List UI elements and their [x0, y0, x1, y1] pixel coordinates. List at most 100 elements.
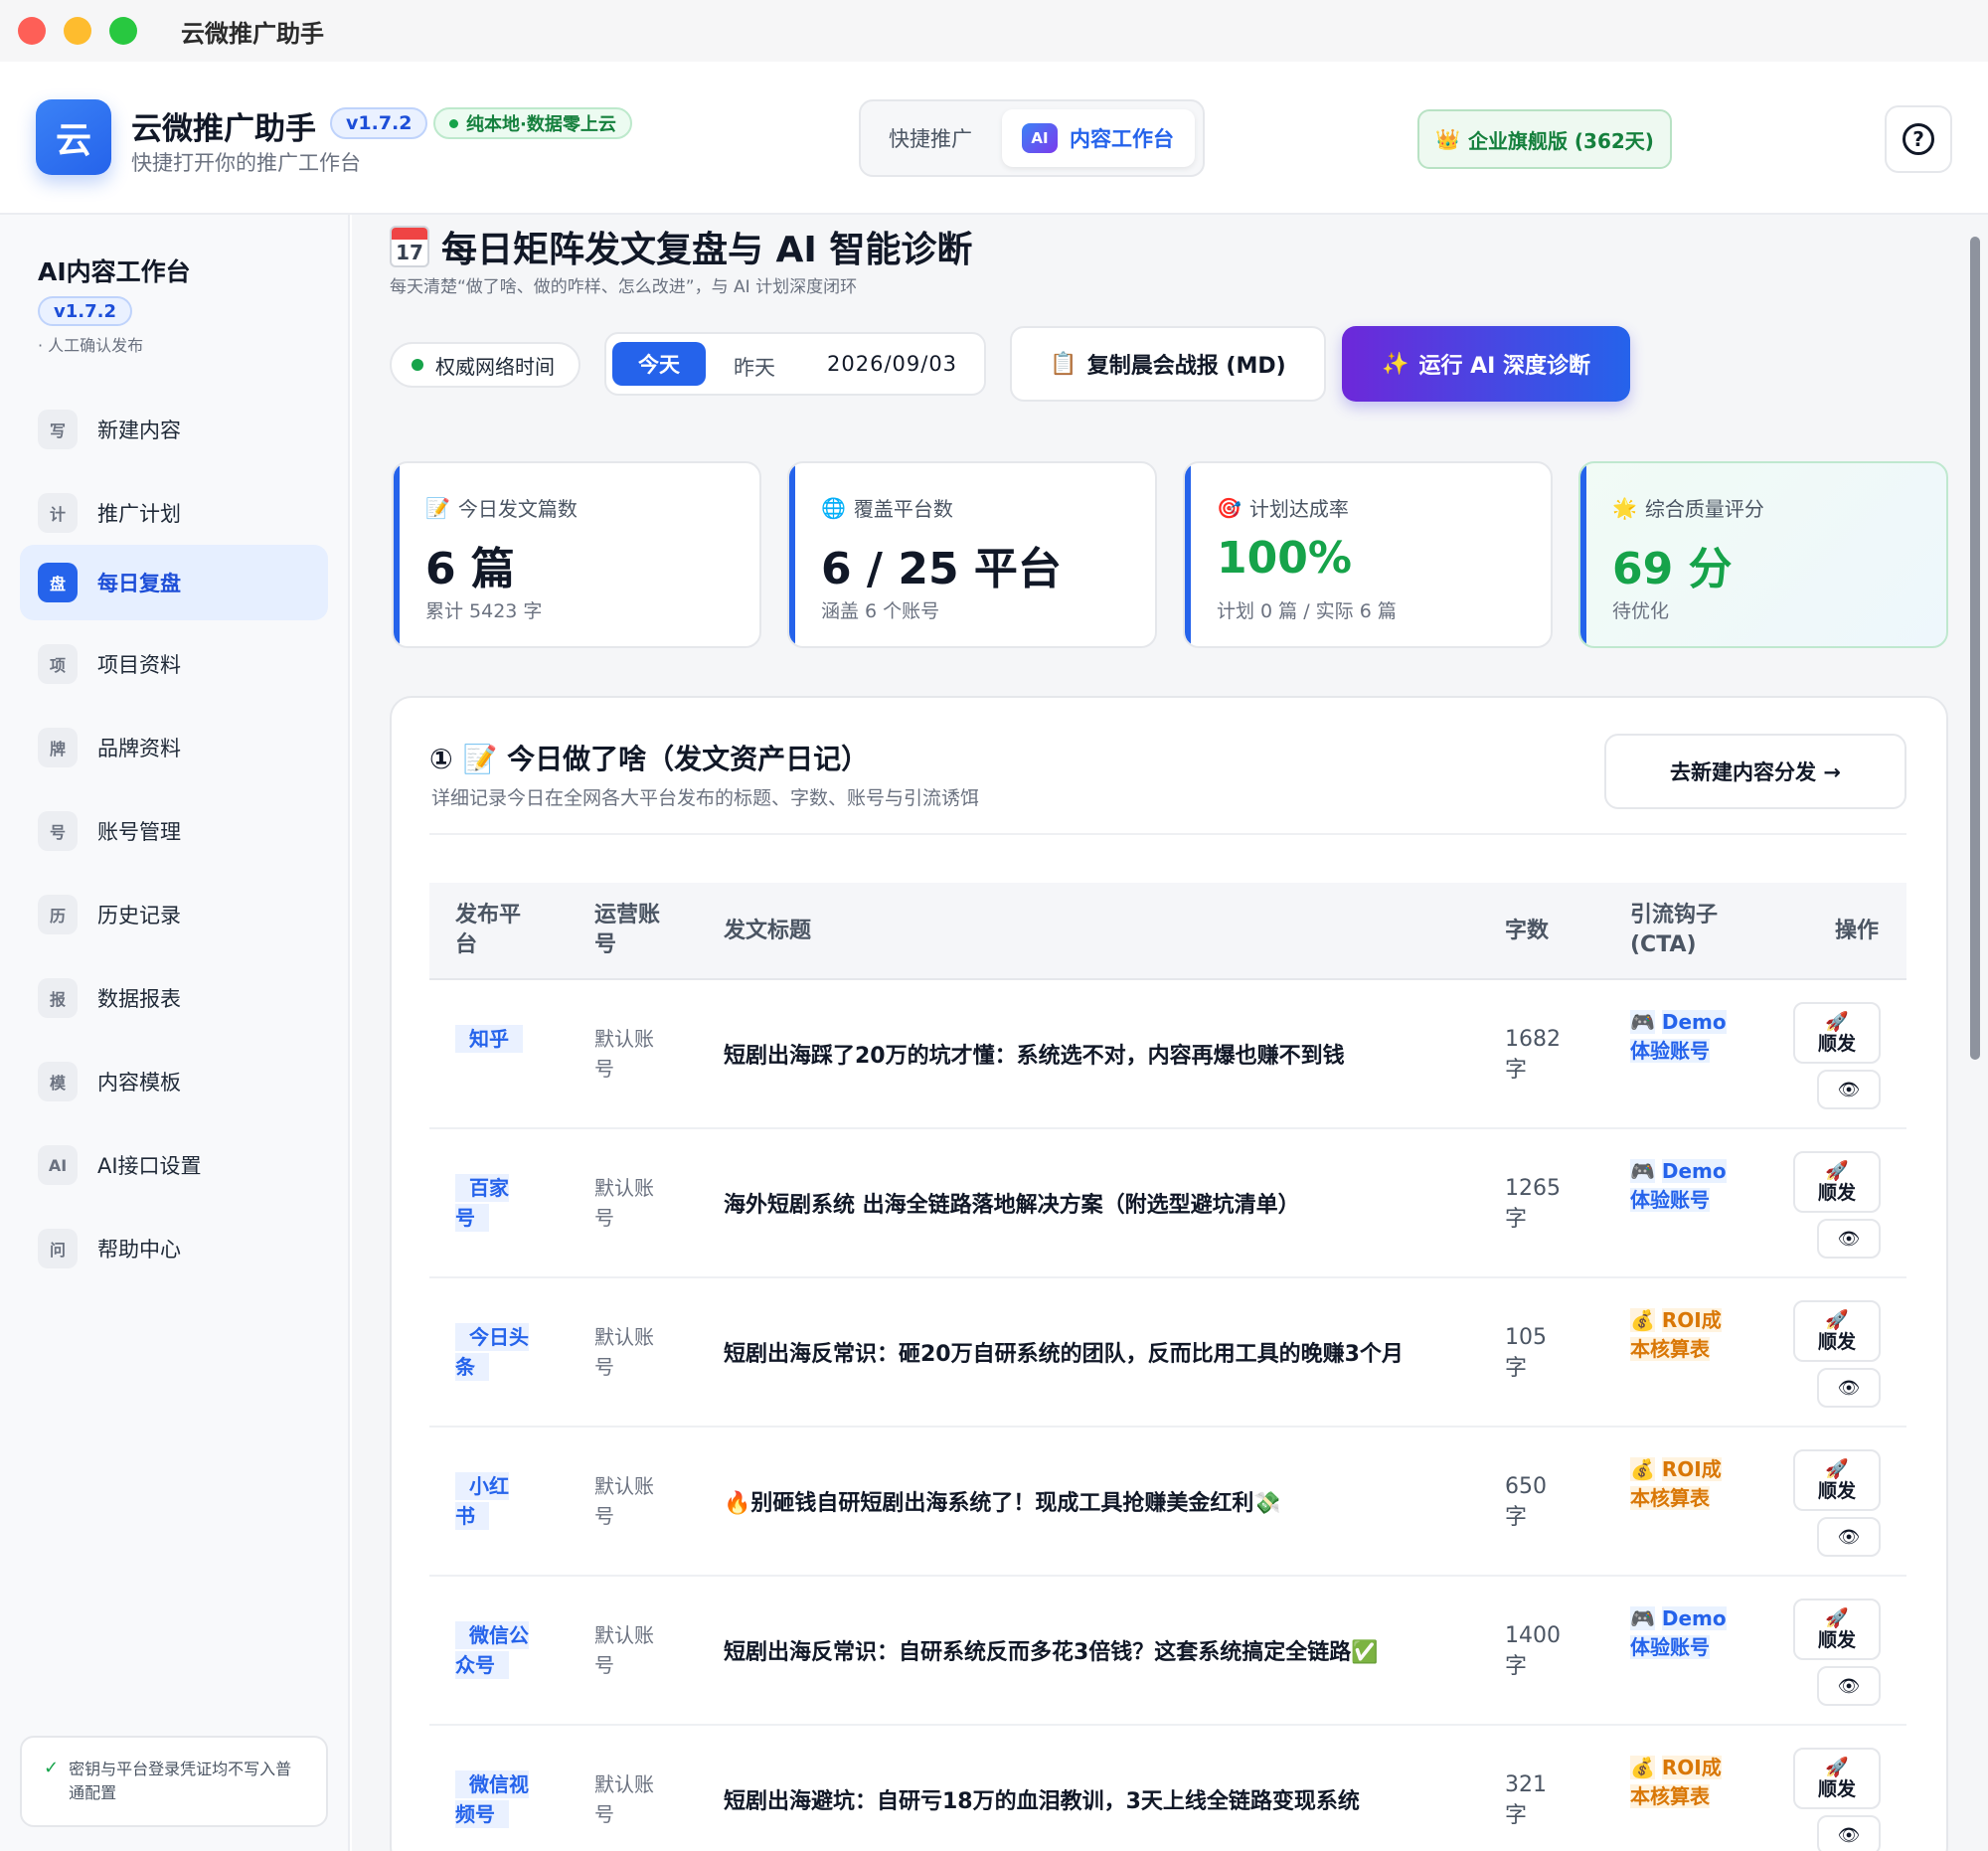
- account-name: 默认账号: [594, 1623, 654, 1677]
- zoom-window-button[interactable]: [109, 17, 137, 45]
- page-title: 17 每日矩阵发文复盘与 AI 智能诊断: [390, 221, 972, 272]
- sidebar-item-ai-settings[interactable]: AI AI接口设置: [20, 1127, 328, 1203]
- copy-report-button[interactable]: 📋 复制晨会战报 (MD): [1010, 326, 1326, 402]
- sidebar-version-badge: v1.7.2: [38, 296, 132, 326]
- ai-settings-icon: AI: [38, 1145, 78, 1185]
- word-count: 1400 字: [1505, 1623, 1561, 1679]
- sidebar: AI内容工作台 v1.7.2 · 人工确认发布 写新建内容 计推广计划 盘每日复…: [0, 215, 350, 1851]
- repost-button[interactable]: 🚀 顺发: [1793, 1300, 1881, 1362]
- sidebar-item-label: 推广计划: [97, 502, 181, 526]
- word-count: 321 字: [1505, 1772, 1547, 1828]
- calendar-icon: 17: [390, 226, 429, 267]
- sidebar-item-label: AI接口设置: [97, 1154, 202, 1178]
- money-bag-icon: 💰: [1630, 1457, 1655, 1481]
- repost-label: 顺发: [1817, 1331, 1856, 1353]
- report-icon: 报: [38, 978, 78, 1018]
- write-icon: 写: [38, 410, 78, 449]
- repost-label: 顺发: [1817, 1480, 1856, 1502]
- col-platform: 发布平台: [455, 903, 522, 957]
- question-icon: ?: [1903, 123, 1934, 155]
- go-new-content-button[interactable]: 去新建内容分发 →: [1604, 734, 1906, 809]
- money-bag-icon: 💰: [1630, 1308, 1655, 1332]
- copy-report-label: 复制晨会战报 (MD): [1086, 354, 1286, 379]
- stat-label: 计划达成率: [1248, 497, 1349, 521]
- col-actions: 操作: [1835, 919, 1880, 943]
- account-name: 默认账号: [594, 1325, 654, 1379]
- sidebar-item-label: 账号管理: [97, 820, 181, 844]
- sidebar-item-help[interactable]: 问帮助中心: [20, 1211, 328, 1286]
- status-dot-icon: [412, 359, 423, 371]
- rocket-icon: 🚀: [1825, 1757, 1849, 1778]
- run-ai-diagnosis-label: 运行 AI 深度诊断: [1418, 354, 1590, 379]
- sidebar-item-new-content[interactable]: 写新建内容: [20, 392, 328, 467]
- col-words: 字数: [1505, 919, 1550, 943]
- sidebar-item-accounts[interactable]: 号账号管理: [20, 793, 328, 869]
- sidebar-item-templates[interactable]: 模内容模板: [20, 1044, 328, 1119]
- stat-sub: 涵盖 6 个账号: [821, 600, 940, 622]
- gamepad-icon: 🎮: [1630, 1159, 1655, 1183]
- cta-tag: 🎮 Demo体验账号: [1630, 1157, 1740, 1215]
- repost-button[interactable]: 🚀 顺发: [1793, 1449, 1881, 1511]
- page-title-text: 每日矩阵发文复盘与 AI 智能诊断: [441, 230, 973, 270]
- mode-quick-promo-tab[interactable]: 快捷推广: [889, 123, 972, 153]
- help-icon: 问: [38, 1229, 78, 1268]
- preview-button[interactable]: 👁: [1817, 1666, 1881, 1706]
- platform-tag: 微信视频号: [455, 1770, 529, 1828]
- sidebar-item-daily-review[interactable]: 盘每日复盘: [20, 545, 328, 620]
- mode-ai-workbench-tab[interactable]: AI 内容工作台: [1002, 109, 1195, 167]
- section-subtitle: 详细记录今日在全网各大平台发布的标题、字数、账号与引流诱饵: [431, 787, 980, 809]
- col-account: 运营账号: [594, 903, 661, 957]
- repost-button[interactable]: 🚀 顺发: [1793, 1151, 1881, 1213]
- stat-sub: 待优化: [1612, 600, 1670, 622]
- post-title: 海外短剧系统 出海全链路落地解决方案（附选型避坑清单）: [724, 1193, 1300, 1218]
- stat-card-quality: 🌟 综合质量评分 69 分 待优化: [1578, 461, 1948, 648]
- sidebar-item-promo-plan[interactable]: 计推广计划: [20, 475, 328, 551]
- gamepad-icon: 🎮: [1630, 1606, 1655, 1630]
- run-ai-diagnosis-button[interactable]: ✨ 运行 AI 深度诊断: [1342, 326, 1630, 402]
- table-row: 微信公众号 默认账号 短剧出海反常识：自研系统反而多花3倍钱？这套系统搞定全链路✅ 1…: [429, 1577, 1906, 1726]
- today-tab[interactable]: 今天: [612, 342, 706, 386]
- rocket-icon: 🚀: [1825, 1011, 1849, 1033]
- repost-button[interactable]: 🚀 顺发: [1793, 1748, 1881, 1809]
- repost-button[interactable]: 🚀 顺发: [1793, 1599, 1881, 1660]
- sparkles-icon: ✨: [1382, 351, 1409, 377]
- stat-card-platforms: 🌐 覆盖平台数 6 / 25 平台 涵盖 6 个账号: [787, 461, 1157, 648]
- minimize-window-button[interactable]: [64, 17, 91, 45]
- window-titlebar: 云微推广助手: [0, 0, 1988, 62]
- vertical-scrollbar[interactable]: [1970, 237, 1980, 1060]
- yesterday-tab[interactable]: 昨天: [734, 352, 775, 382]
- stat-card-posts: 📝 今日发文篇数 6 篇 累计 5423 字: [392, 461, 761, 648]
- preview-button[interactable]: 👁: [1817, 1070, 1881, 1109]
- stat-label: 覆盖平台数: [853, 497, 953, 521]
- sidebar-item-reports[interactable]: 报数据报表: [20, 960, 328, 1036]
- help-button[interactable]: ?: [1885, 105, 1952, 173]
- rocket-icon: 🚀: [1825, 1607, 1849, 1629]
- sidebar-item-project-info[interactable]: 项项目资料: [20, 626, 328, 702]
- cta-tag: 🎮 Demo体验账号: [1630, 1008, 1740, 1066]
- table-row: 小红书 默认账号 🔥别砸钱自研短剧出海系统了！现成工具抢赚美金红利💸 650 字 💰 R…: [429, 1428, 1906, 1577]
- check-icon: ✓: [44, 1758, 60, 1778]
- target-icon: 🎯: [1217, 495, 1242, 520]
- stat-label: 综合质量评分: [1644, 497, 1764, 521]
- preview-button[interactable]: 👁: [1817, 1517, 1881, 1557]
- close-window-button[interactable]: [18, 17, 46, 45]
- status-dot-icon: [449, 118, 458, 128]
- sidebar-note: · 人工确认发布: [38, 336, 144, 355]
- mode-switch: 快捷推广 AI 内容工作台: [859, 99, 1205, 177]
- preview-button[interactable]: 👁: [1817, 1219, 1881, 1259]
- repost-button[interactable]: 🚀 顺发: [1793, 1002, 1881, 1064]
- cta-tag: 💰 ROI成本核算表: [1630, 1754, 1740, 1811]
- stat-sub: 计划 0 篇 / 实际 6 篇: [1217, 600, 1397, 622]
- post-title: 短剧出海反常识：砸20万自研系统的团队，反而比用工具的晚赚3个月: [724, 1342, 1404, 1367]
- sidebar-item-label: 品牌资料: [97, 737, 181, 760]
- preview-button[interactable]: 👁: [1817, 1815, 1881, 1851]
- sidebar-item-brand-info[interactable]: 牌品牌资料: [20, 710, 328, 785]
- enterprise-plan-label: 企业旗舰版 (362天): [1467, 128, 1654, 153]
- sidebar-item-history[interactable]: 历历史记录: [20, 877, 328, 952]
- enterprise-plan-badge[interactable]: 👑 企业旗舰版 (362天): [1417, 109, 1672, 169]
- platform-tag: 微信公众号: [455, 1621, 529, 1679]
- date-picker[interactable]: 2026/09/03: [827, 352, 957, 376]
- preview-button[interactable]: 👁: [1817, 1368, 1881, 1408]
- post-title: 短剧出海避坑：自研亏18万的血泪教训，3天上线全链路变现系统: [724, 1789, 1360, 1814]
- template-icon: 模: [38, 1062, 78, 1101]
